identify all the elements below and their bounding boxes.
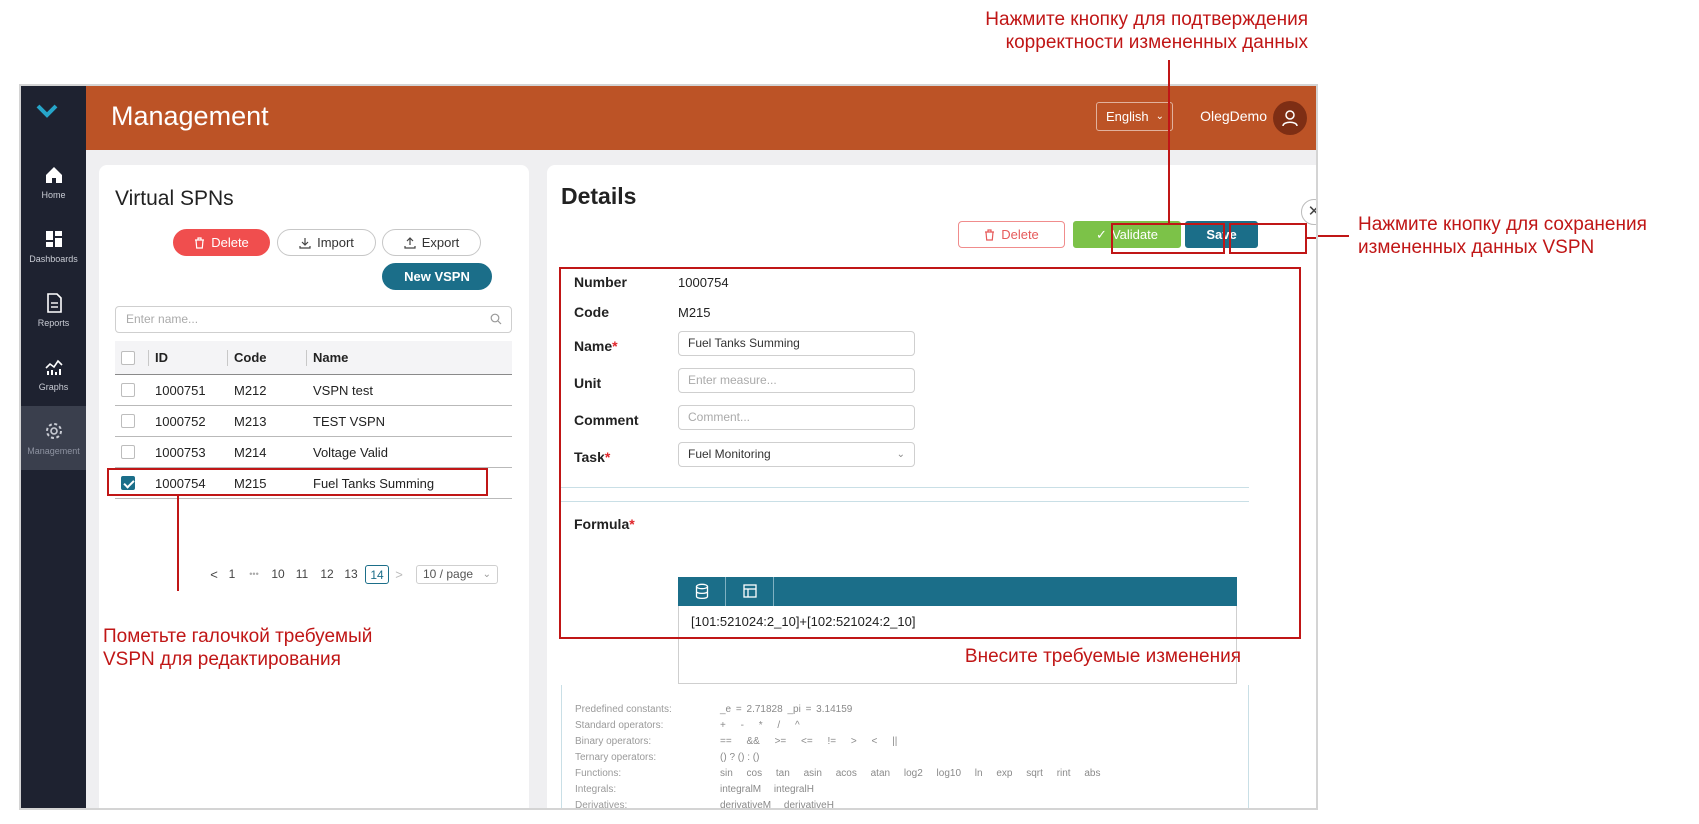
avatar[interactable] [1273, 101, 1307, 135]
column-header-id[interactable]: ID [155, 341, 168, 375]
annotation-edit: Внесите требуемые изменения [964, 646, 1241, 667]
row-id: 1000751 [155, 383, 206, 398]
search-icon [490, 313, 502, 325]
graph-icon [44, 359, 63, 375]
details-title: Details [561, 183, 637, 209]
sidebar-item-label: Reports [37, 318, 70, 328]
row-name: Voltage Valid [313, 445, 388, 460]
language-select[interactable]: English ⌄ [1096, 102, 1173, 131]
page-size-select[interactable]: 10 / page ⌄ [416, 565, 498, 584]
sidebar-item-label: Home [41, 190, 66, 200]
new-vspn-button[interactable]: New VSPN [382, 263, 492, 290]
highlight-form [559, 267, 1301, 639]
pagination-page[interactable]: 12 [318, 565, 336, 584]
sidebar-item-home[interactable]: Home [21, 150, 86, 214]
trash-icon [195, 236, 205, 249]
pagination-page[interactable]: 13 [342, 565, 360, 584]
table-row[interactable]: 1000752 M213 TEST VSPN [115, 406, 512, 437]
user-icon [1282, 110, 1298, 127]
formula-reference: Predefined constants: _e = 2.71828 _pi =… [561, 685, 1249, 808]
import-button[interactable]: Import [277, 229, 376, 256]
sidebar-item-label: Graphs [38, 382, 69, 392]
report-icon [46, 293, 62, 313]
sidebar-item-label: Dashboards [29, 254, 78, 264]
pagination-page[interactable]: 1 [225, 565, 239, 584]
table-header: ID Code Name [115, 341, 512, 375]
sidebar-item-graphs[interactable]: Graphs [21, 342, 86, 406]
pagination-next[interactable]: > [393, 565, 405, 584]
annotation-select: Пометьте галочкой требуемый VSPN для ред… [103, 626, 373, 670]
close-icon: ✕ [1308, 203, 1316, 220]
pagination-ellipsis[interactable]: ••• [243, 565, 265, 584]
username: OlegDemo [1200, 108, 1267, 124]
check-icon: ✓ [1096, 227, 1107, 242]
column-header-code[interactable]: Code [234, 341, 267, 375]
details-delete-button[interactable]: Delete [958, 221, 1065, 248]
highlight-validate [1111, 223, 1225, 254]
table-row[interactable]: 1000753 M214 Voltage Valid [115, 437, 512, 468]
app-window: Home Dashboards Reports Graphs Managemen… [19, 84, 1318, 810]
row-id: 1000752 [155, 414, 206, 429]
highlight-save [1229, 223, 1307, 254]
highlight-selected-row [107, 468, 488, 496]
pagination-prev[interactable]: < [208, 565, 220, 584]
row-checkbox[interactable] [121, 383, 135, 397]
annotation-save: Нажмите кнопку для сохранения измененных… [1358, 214, 1647, 258]
header: Management English ⌄ OlegDemo [86, 86, 1316, 150]
logo-icon [36, 104, 58, 118]
dashboard-icon [45, 231, 62, 247]
import-icon [299, 237, 311, 249]
row-id: 1000753 [155, 445, 206, 460]
row-checkbox[interactable] [121, 445, 135, 459]
trash-icon [985, 228, 995, 241]
annotation-validate: Нажмите кнопку для подтверждения коррект… [985, 9, 1308, 53]
pagination-page[interactable]: 10 [269, 565, 287, 584]
sidebar-item-dashboards[interactable]: Dashboards [21, 214, 86, 278]
column-header-name[interactable]: Name [313, 341, 348, 375]
row-name: TEST VSPN [313, 414, 386, 429]
close-button[interactable]: ✕ [1301, 199, 1316, 225]
search-input[interactable]: Enter name... [115, 306, 512, 333]
row-checkbox[interactable] [121, 414, 135, 428]
pagination-page[interactable]: 11 [293, 565, 311, 584]
list-title: Virtual SPNs [115, 187, 234, 210]
row-name: VSPN test [313, 383, 373, 398]
select-all-checkbox[interactable] [121, 351, 135, 365]
export-button[interactable]: Export [382, 229, 481, 256]
delete-button[interactable]: Delete [173, 229, 270, 256]
sidebar-item-label: Management [27, 446, 80, 456]
pagination-current-page[interactable]: 14 [365, 565, 389, 584]
home-icon [45, 167, 62, 183]
chevron-down-icon: ⌄ [1155, 111, 1164, 122]
page-title: Management [111, 101, 269, 131]
sidebar-item-management[interactable]: Management [21, 406, 86, 470]
export-icon [404, 236, 416, 249]
sidebar: Home Dashboards Reports Graphs Managemen… [21, 86, 86, 808]
table-row[interactable]: 1000751 M212 VSPN test [115, 375, 512, 406]
row-code: M214 [234, 445, 267, 460]
chevron-down-icon: ⌄ [482, 569, 491, 580]
gear-icon [45, 423, 62, 439]
row-code: M212 [234, 383, 267, 398]
row-code: M213 [234, 414, 267, 429]
sidebar-item-reports[interactable]: Reports [21, 278, 86, 342]
